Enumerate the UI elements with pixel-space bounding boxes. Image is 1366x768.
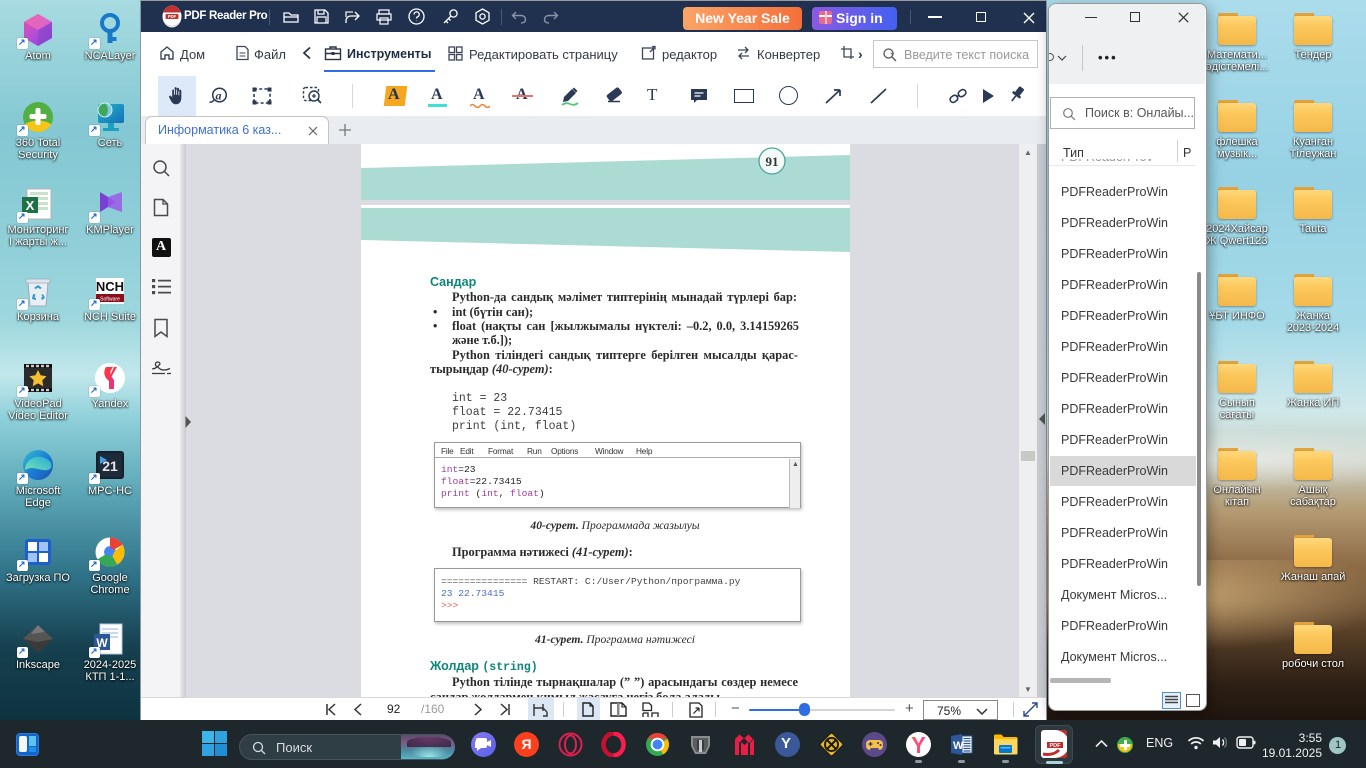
svg-text:PDF: PDF xyxy=(168,14,177,19)
svg-text:X: X xyxy=(26,198,35,213)
svg-text:a: a xyxy=(216,89,222,103)
svg-text:PDF: PDF xyxy=(1050,743,1062,749)
svg-text:91: 91 xyxy=(766,154,779,169)
svg-text:NCH: NCH xyxy=(96,279,124,294)
svg-text:Software: Software xyxy=(100,297,120,303)
svg-text:W: W xyxy=(953,740,964,752)
